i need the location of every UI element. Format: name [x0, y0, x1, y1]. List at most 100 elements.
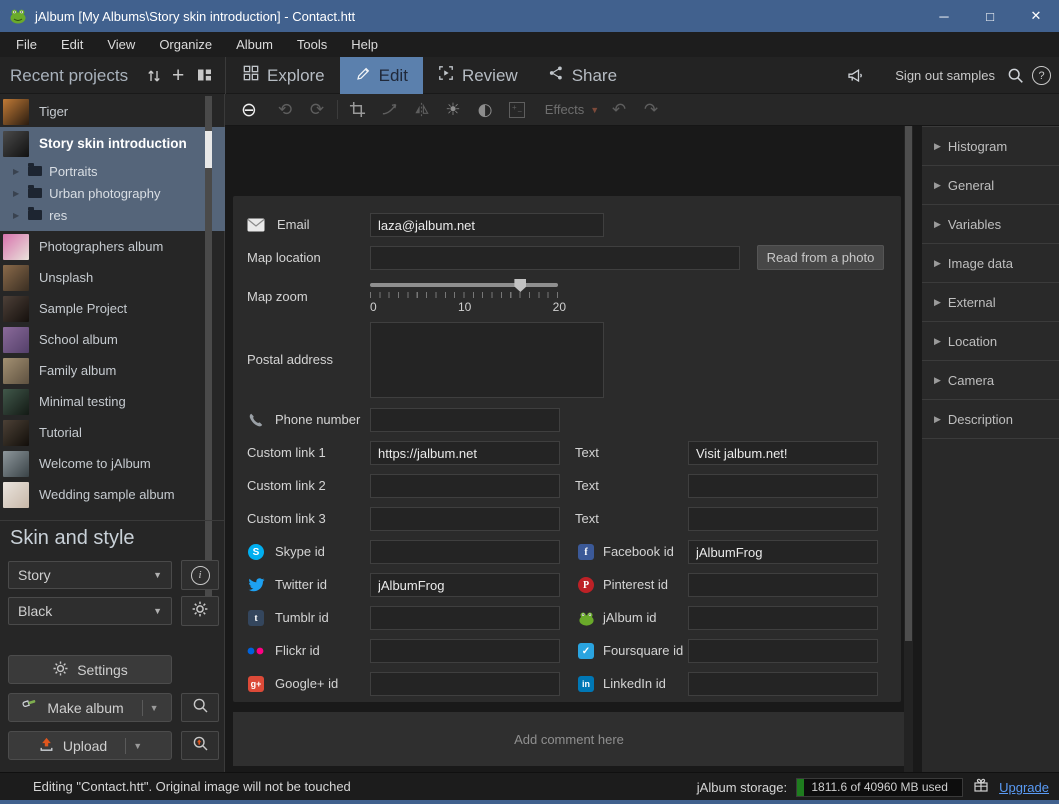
project-child-item[interactable]: ▶Urban photography: [0, 182, 225, 204]
menu-item-organize[interactable]: Organize: [147, 32, 224, 57]
sort-projects-icon[interactable]: [146, 57, 162, 94]
tab-explore[interactable]: Explore: [228, 57, 340, 94]
scrollbar-thumb[interactable]: [905, 126, 912, 641]
straighten-icon[interactable]: [377, 94, 401, 125]
expand-caret-icon[interactable]: ▶: [13, 189, 19, 198]
panel-section-location[interactable]: ▶Location: [922, 322, 1059, 361]
custom-link-url-input[interactable]: [370, 441, 560, 465]
settings-button[interactable]: Settings: [8, 655, 172, 684]
skin-select[interactable]: Story ▼: [8, 561, 172, 589]
tab-review[interactable]: Review: [423, 57, 533, 94]
email-input[interactable]: [370, 213, 604, 237]
undo-icon[interactable]: ↶: [607, 94, 631, 125]
project-item[interactable]: Photographers album: [0, 231, 225, 262]
panel-section-histogram[interactable]: ▶Histogram: [922, 127, 1059, 166]
upgrade-link[interactable]: Upgrade: [999, 780, 1049, 795]
jalbum-id-input[interactable]: [688, 606, 878, 630]
project-item[interactable]: Sample Project: [0, 293, 225, 324]
panel-section-description[interactable]: ▶Description: [922, 400, 1059, 439]
tumblr-label: Tumblr id: [275, 605, 329, 631]
rotate-left-icon[interactable]: ⟲: [273, 94, 297, 125]
menu-item-file[interactable]: File: [4, 32, 49, 57]
zoom-out-icon[interactable]: ⊖: [237, 94, 261, 125]
preview-album-button[interactable]: [181, 693, 219, 722]
make-album-button[interactable]: Make album ▼: [8, 693, 172, 722]
project-list-scrollbar[interactable]: [205, 96, 212, 612]
style-select[interactable]: Black ▼: [8, 597, 172, 625]
project-item[interactable]: School album: [0, 324, 225, 355]
project-item[interactable]: Wedding sample album: [0, 479, 225, 510]
panel-section-external[interactable]: ▶External: [922, 283, 1059, 322]
project-item[interactable]: Minimal testing: [0, 386, 225, 417]
gift-icon[interactable]: [972, 776, 990, 799]
flip-icon[interactable]: [409, 94, 433, 125]
menu-item-album[interactable]: Album: [224, 32, 285, 57]
custom-link-text-input[interactable]: [688, 441, 878, 465]
expand-caret-icon[interactable]: ▶: [13, 167, 19, 176]
foursquare-input[interactable]: [688, 639, 878, 663]
make-album-dropdown[interactable]: ▼: [142, 700, 159, 716]
preview-upload-button[interactable]: [181, 731, 219, 760]
comment-input-area[interactable]: Add comment here: [233, 712, 905, 766]
project-item[interactable]: Tiger: [0, 96, 225, 127]
custom-link-url-input[interactable]: [370, 507, 560, 531]
main-scrollbar[interactable]: [904, 126, 913, 772]
panel-section-camera[interactable]: ▶Camera: [922, 361, 1059, 400]
announcements-megaphone-icon[interactable]: [846, 57, 864, 94]
scrollbar-thumb[interactable]: [205, 131, 212, 168]
project-item[interactable]: Welcome to jAlbum: [0, 448, 225, 479]
skin-info-button[interactable]: i: [181, 560, 219, 590]
exposure-icon[interactable]: +−: [505, 94, 529, 125]
add-project-icon[interactable]: +: [172, 57, 184, 94]
search-icon[interactable]: [1007, 57, 1024, 94]
tab-edit[interactable]: Edit: [340, 57, 423, 94]
tab-share[interactable]: Share: [533, 57, 632, 94]
tumblr-input[interactable]: [370, 606, 560, 630]
project-item[interactable]: Tutorial: [0, 417, 225, 448]
map-zoom-slider[interactable]: 0 10 20: [370, 278, 562, 314]
brightness-icon[interactable]: ☀: [441, 94, 465, 125]
view-mode-icon[interactable]: [196, 57, 213, 94]
upload-dropdown[interactable]: ▼: [125, 738, 142, 754]
help-icon[interactable]: ?: [1032, 57, 1051, 94]
facebook-input[interactable]: [688, 540, 878, 564]
postal-address-textarea[interactable]: [370, 322, 604, 398]
style-settings-button[interactable]: [181, 596, 219, 626]
skype-input[interactable]: [370, 540, 560, 564]
menu-item-edit[interactable]: Edit: [49, 32, 95, 57]
menu-item-help[interactable]: Help: [339, 32, 390, 57]
redo-icon[interactable]: ↷: [639, 94, 663, 125]
rotate-right-icon[interactable]: ⟳: [305, 94, 329, 125]
expand-caret-icon[interactable]: ▶: [13, 211, 19, 220]
crop-icon[interactable]: [345, 94, 369, 125]
phone-input[interactable]: [370, 408, 560, 432]
panel-section-variables[interactable]: ▶Variables: [922, 205, 1059, 244]
custom-link-text-input[interactable]: [688, 507, 878, 531]
minimize-button[interactable]: ─: [921, 0, 967, 32]
project-item[interactable]: Story skin introduction: [0, 127, 225, 160]
sign-out-link[interactable]: Sign out samples: [895, 57, 995, 94]
flickr-input[interactable]: [370, 639, 560, 663]
project-item[interactable]: Unsplash: [0, 262, 225, 293]
custom-link-url-input[interactable]: [370, 474, 560, 498]
upload-button[interactable]: Upload ▼: [8, 731, 172, 760]
contrast-icon[interactable]: ◐: [473, 94, 497, 125]
pinterest-input[interactable]: [688, 573, 878, 597]
read-from-photo-button[interactable]: Read from a photo: [757, 245, 884, 270]
close-button[interactable]: ✕: [1013, 0, 1059, 32]
linkedin-input[interactable]: [688, 672, 878, 696]
menu-item-tools[interactable]: Tools: [285, 32, 339, 57]
map-zoom-thumb[interactable]: [514, 279, 526, 292]
project-child-item[interactable]: ▶res: [0, 204, 225, 226]
effects-dropdown[interactable]: Effects ▼: [537, 94, 607, 125]
maximize-button[interactable]: □: [967, 0, 1013, 32]
googleplus-input[interactable]: [370, 672, 560, 696]
project-child-item[interactable]: ▶Portraits: [0, 160, 225, 182]
panel-section-general[interactable]: ▶General: [922, 166, 1059, 205]
menu-item-view[interactable]: View: [95, 32, 147, 57]
twitter-input[interactable]: [370, 573, 560, 597]
custom-link-text-input[interactable]: [688, 474, 878, 498]
map-location-input[interactable]: [370, 246, 740, 270]
panel-section-image-data[interactable]: ▶Image data: [922, 244, 1059, 283]
project-item[interactable]: Family album: [0, 355, 225, 386]
